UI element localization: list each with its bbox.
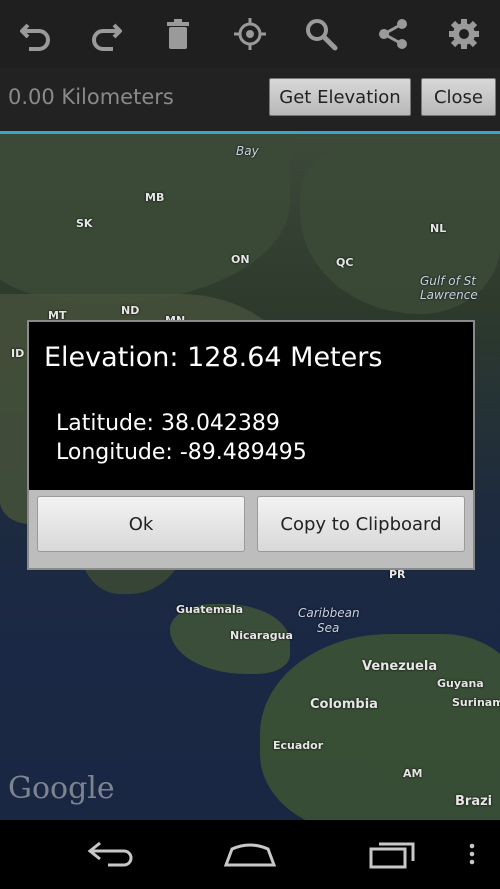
action-bar (0, 0, 500, 68)
menu-icon[interactable] (462, 834, 482, 874)
map-label: Colombia (310, 697, 378, 712)
map-label: Gulf of St (420, 274, 476, 288)
map-label: ID (11, 347, 25, 360)
map-label: Brazi (455, 794, 493, 809)
map-label: Surinam (452, 696, 500, 709)
map-label: Ecuador (273, 739, 324, 752)
map-label: SK (76, 217, 93, 230)
map-label: Guyana (437, 677, 484, 690)
map-label: Bay (236, 144, 259, 158)
dialog-title: Elevation: 128.64 Meters (44, 342, 383, 373)
latitude-text: Latitude: 38.042389 (56, 411, 280, 436)
map-label: QC (336, 256, 354, 269)
map-label: Lawrence (420, 288, 478, 302)
system-nav-bar (0, 820, 500, 889)
map-label: ON (231, 253, 250, 266)
back-icon[interactable] (84, 834, 140, 874)
longitude-text: Longitude: -89.489495 (56, 440, 307, 465)
ok-button[interactable]: Ok (37, 496, 245, 552)
land-canada-west (0, 134, 290, 304)
share-icon[interactable] (369, 10, 417, 58)
map-label: Sea (317, 621, 340, 635)
search-icon[interactable] (297, 10, 345, 58)
google-logo: Google (8, 771, 115, 806)
copy-to-clipboard-button[interactable]: Copy to Clipboard (257, 496, 465, 552)
map-label: Venezuela (362, 659, 438, 674)
map-label: Nicaragua (230, 629, 293, 642)
map-label: Guatemala (176, 603, 244, 616)
map-label: ND (121, 304, 140, 317)
locate-icon[interactable] (226, 10, 274, 58)
map-label: MB (145, 191, 165, 204)
get-elevation-button[interactable]: Get Elevation (269, 78, 411, 116)
gear-icon[interactable] (440, 10, 488, 58)
dialog-button-bar: Ok Copy to Clipboard (29, 490, 473, 568)
map-label: Caribbean (298, 606, 360, 620)
redo-icon[interactable] (82, 10, 130, 58)
recent-apps-icon[interactable] (364, 834, 420, 874)
measure-bar: 0.00 Kilometers Get Elevation Close (0, 68, 500, 134)
map-label: AM (403, 767, 423, 780)
dialog-body: Latitude: 38.042389 Longitude: -89.48949… (56, 409, 307, 467)
close-button[interactable]: Close (421, 78, 496, 116)
trash-icon[interactable] (154, 10, 202, 58)
home-icon[interactable] (222, 834, 278, 874)
undo-icon[interactable] (12, 10, 60, 58)
elevation-dialog: Elevation: 128.64 Meters Latitude: 38.04… (27, 320, 475, 570)
map-label: NL (430, 222, 447, 235)
distance-readout: 0.00 Kilometers (8, 85, 174, 109)
